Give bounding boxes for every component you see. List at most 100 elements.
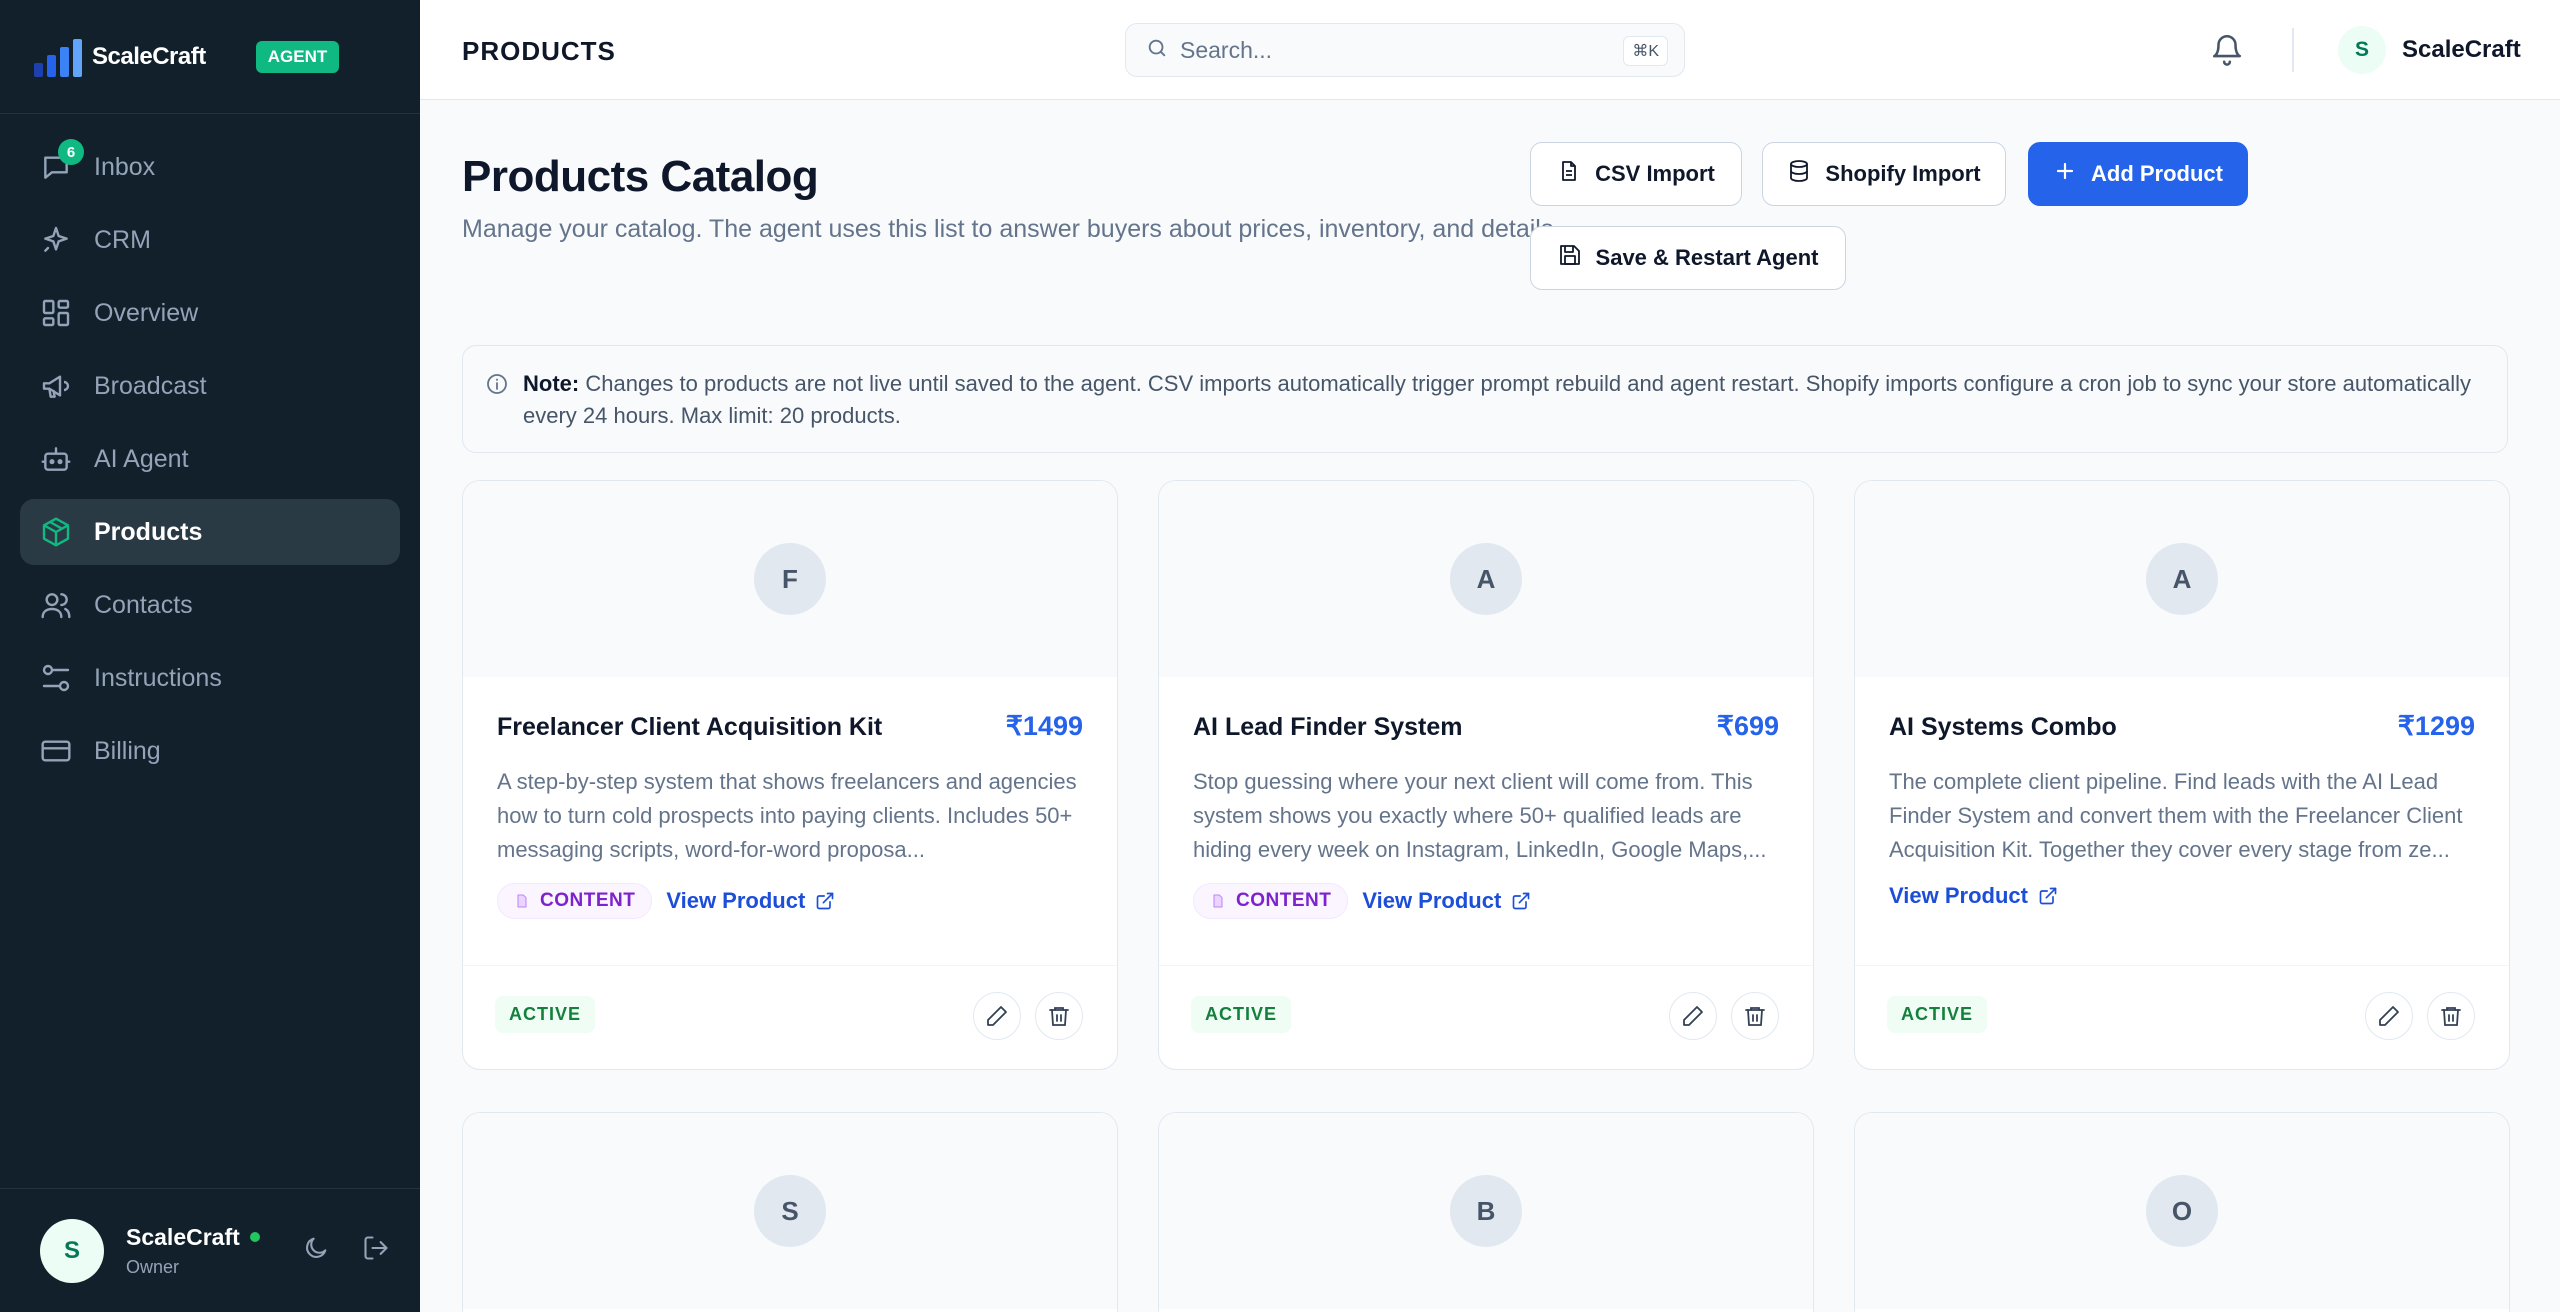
product-tags: CONTENT View Product [1193, 883, 1531, 919]
online-status-icon [249, 1232, 260, 1242]
product-card: A AI Systems Combo ₹1299 The complete cl… [1854, 480, 2510, 1070]
product-title: AI Systems Combo [1889, 713, 2117, 741]
grid-icon [40, 297, 72, 329]
sidebar-item-inbox[interactable]: 6 Inbox [20, 134, 400, 200]
product-footer: ACTIVE [1855, 965, 2509, 1069]
logout-icon[interactable] [362, 1234, 390, 1267]
sidebar-item-crm[interactable]: CRM [20, 207, 400, 273]
product-card: S [462, 1112, 1118, 1312]
search-input[interactable] [1180, 36, 1580, 64]
sidebar-nav: 6 Inbox CRM Overview Broadcast AI Agent … [0, 114, 420, 784]
trash-icon [1049, 1007, 1069, 1026]
content-tag: CONTENT [497, 883, 653, 919]
product-initial: F [754, 543, 826, 615]
sidebar-item-label: Overview [94, 298, 199, 327]
info-icon [485, 372, 509, 396]
document-icon [517, 894, 527, 908]
sidebar-item-products[interactable]: Products [20, 499, 400, 565]
divider [2292, 28, 2294, 72]
product-initial: A [1450, 543, 1522, 615]
credit-card-icon [40, 735, 72, 767]
product-initial: O [2146, 1175, 2218, 1247]
product-image-placeholder: A [1159, 481, 1813, 677]
page-label: PRODUCTS [462, 36, 616, 66]
product-body: AI Lead Finder System ₹699 Stop guessing… [1159, 677, 1813, 965]
save-restart-agent-button[interactable]: Save & Restart Agent [1530, 226, 1846, 290]
external-link-icon [1512, 892, 1530, 910]
page-subtitle: Manage your catalog. The agent uses this… [462, 215, 1561, 243]
external-link-icon [2039, 887, 2057, 905]
shopify-import-button[interactable]: Shopify Import [1762, 142, 2006, 206]
sidebar-item-overview[interactable]: Overview [20, 280, 400, 346]
sidebar-item-ai-agent[interactable]: AI Agent [20, 426, 400, 492]
sidebar-item-billing[interactable]: Billing [20, 718, 400, 784]
product-card: F Freelancer Client Acquisition Kit ₹149… [462, 480, 1118, 1070]
edit-button[interactable] [2365, 992, 2413, 1040]
save-restart-label: Save & Restart Agent [1595, 245, 1819, 270]
sidebar-item-broadcast[interactable]: Broadcast [20, 353, 400, 419]
page-title: Products Catalog [462, 152, 819, 201]
product-description: The complete client pipeline. Find leads… [1889, 769, 2463, 862]
content-tag: CONTENT [1193, 883, 1349, 919]
sidebar-item-label: Billing [94, 736, 161, 765]
sidebar-item-label: AI Agent [94, 444, 189, 473]
search-shortcut: ⌘K [1623, 36, 1668, 66]
sidebar-user-panel: S ScaleCraft Owner [0, 1188, 420, 1312]
note-label: Note: [523, 371, 580, 396]
sliders-icon [40, 662, 72, 694]
plus-icon [2053, 159, 2077, 189]
user-role: Owner [126, 1256, 180, 1277]
avatar[interactable]: S [40, 1218, 104, 1283]
trash-icon [1745, 1007, 1765, 1026]
moon-icon[interactable] [302, 1234, 330, 1267]
inbox-count-badge: 6 [58, 139, 84, 165]
brand: ScaleCraft AGENT [0, 0, 420, 114]
product-title: AI Lead Finder System [1193, 713, 1463, 741]
product-body: Freelancer Client Acquisition Kit ₹1499 … [463, 677, 1117, 965]
sidebar-item-label: Contacts [94, 590, 193, 619]
note-text: Changes to products are not live until s… [523, 371, 2471, 428]
bell-icon[interactable] [2210, 32, 2244, 71]
view-product-label: View Product [666, 888, 806, 913]
user-name: ScaleCraft [2402, 36, 2521, 63]
document-icon [1213, 894, 1223, 908]
delete-button[interactable] [1731, 992, 1779, 1040]
status-badge: ACTIVE [495, 996, 596, 1033]
product-tags: CONTENT View Product [497, 883, 835, 919]
delete-button[interactable] [1035, 992, 1083, 1040]
user-info: ScaleCraft Owner [126, 1224, 260, 1278]
search-icon [1146, 37, 1168, 64]
view-product-label: View Product [1889, 883, 2028, 908]
user-name: ScaleCraft [126, 1223, 240, 1250]
pencil-icon [1683, 1006, 1703, 1026]
pencil-icon [2379, 1006, 2399, 1026]
external-link-icon [816, 892, 834, 910]
csv-import-button[interactable]: CSV Import [1530, 142, 1742, 206]
edit-button[interactable] [973, 992, 1021, 1040]
product-image-placeholder: S [463, 1113, 1117, 1309]
sidebar: ScaleCraft AGENT 6 Inbox CRM Overview Br… [0, 0, 420, 1312]
sidebar-item-label: CRM [94, 225, 151, 254]
product-image-placeholder: B [1159, 1113, 1813, 1309]
product-initial: A [2146, 543, 2218, 615]
add-product-button[interactable]: Add Product [2028, 142, 2248, 206]
megaphone-icon [40, 370, 72, 402]
content-tag-label: CONTENT [1236, 890, 1332, 911]
product-card: A AI Lead Finder System ₹699 Stop guessi… [1158, 480, 1814, 1070]
sidebar-item-instructions[interactable]: Instructions [20, 645, 400, 711]
agent-badge: AGENT [255, 40, 340, 73]
user-name-row: ScaleCraft [126, 1224, 260, 1251]
main-content: Products Catalog Manage your catalog. Th… [420, 100, 2560, 1312]
view-product-link[interactable]: View Product [666, 888, 835, 914]
delete-button[interactable] [2427, 992, 2475, 1040]
sidebar-item-contacts[interactable]: Contacts [20, 572, 400, 638]
view-product-link[interactable]: View Product [1362, 888, 1531, 914]
add-product-label: Add Product [2091, 161, 2223, 186]
product-tags: View Product [1889, 883, 2058, 909]
sidebar-item-label: Inbox [94, 152, 156, 181]
user-menu[interactable]: S ScaleCraft [2338, 26, 2521, 74]
view-product-link[interactable]: View Product [1889, 883, 2058, 909]
product-description: Stop guessing where your next client wil… [1193, 769, 1767, 862]
product-image-placeholder: O [1855, 1113, 2509, 1309]
edit-button[interactable] [1669, 992, 1717, 1040]
